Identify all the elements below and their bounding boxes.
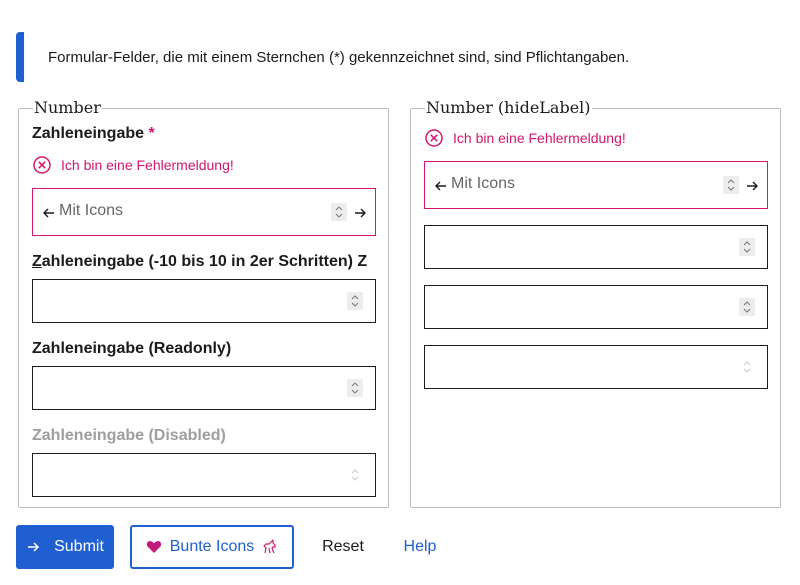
number-input-disabled: [32, 453, 376, 497]
arrow-right-icon: [355, 208, 366, 218]
notice-accent-bar: [16, 32, 24, 82]
number-input-disabled: [424, 345, 768, 389]
number-input-readonly[interactable]: [424, 285, 768, 329]
heart-icon: [146, 541, 161, 553]
submit-label: Submit: [54, 538, 104, 555]
required-notice: Formular-Felder, die mit einem Sternchen…: [16, 32, 784, 82]
spinner-icon[interactable]: [331, 203, 347, 221]
fieldset-legend: Number: [34, 98, 101, 117]
bunte-icons-label: Bunte Icons: [169, 538, 255, 555]
field-label-text: ahleneingabe (-10 bis 10 in 2er Schritte…: [41, 253, 368, 270]
field-label: Zahleneingabe (Readonly): [32, 340, 232, 357]
spinner-icon[interactable]: [723, 176, 739, 194]
field-label-text: Zahleneingabe: [32, 125, 145, 142]
number-input-readonly[interactable]: [32, 366, 376, 410]
spinner-icon[interactable]: [739, 298, 755, 316]
number-input-steps[interactable]: [32, 279, 376, 323]
circle-x-icon: [425, 129, 443, 147]
help-button[interactable]: Help: [392, 525, 448, 569]
spinner-icon[interactable]: [347, 292, 363, 310]
number-input-with-icons[interactable]: Mit Icons: [32, 188, 376, 236]
help-label: Help: [403, 538, 437, 555]
arrow-left-icon: [43, 208, 54, 218]
spinner-icon[interactable]: [739, 238, 755, 256]
fieldset-legend: Number (hideLabel): [426, 98, 591, 117]
circle-x-icon: [33, 156, 51, 174]
error-message: Ich bin eine Fehlermeldung!: [453, 130, 626, 146]
input-placeholder: Mit Icons: [59, 202, 124, 219]
number-input-with-icons[interactable]: Mit Icons: [424, 161, 768, 209]
error-message: Ich bin eine Fehlermeldung!: [61, 157, 234, 173]
field-label: Zahleneingabe (-10 bis 10 in 2er Schritt…: [32, 253, 367, 271]
spinner-icon: [739, 358, 755, 376]
submit-button[interactable]: Submit: [16, 525, 114, 569]
spinner-icon[interactable]: [347, 379, 363, 397]
required-mark: *: [148, 125, 155, 142]
input-placeholder: Mit Icons: [451, 175, 516, 192]
arrow-right-icon: [747, 181, 758, 191]
reset-button[interactable]: Reset: [310, 525, 376, 569]
number-input-steps[interactable]: [424, 225, 768, 269]
notice-text: Formular-Felder, die mit einem Sternchen…: [48, 49, 630, 66]
spinner-icon: [347, 466, 363, 484]
field-label: Zahleneingabe (Disabled): [32, 427, 226, 444]
field-label: Zahleneingabe *: [32, 125, 155, 143]
arrow-right-icon: [28, 542, 40, 552]
accesskey-letter: Z: [32, 253, 42, 270]
reset-label: Reset: [322, 538, 364, 555]
unicorn-icon: [263, 539, 276, 554]
bunte-icons-button[interactable]: Bunte Icons: [130, 525, 294, 569]
arrow-left-icon: [435, 181, 446, 191]
